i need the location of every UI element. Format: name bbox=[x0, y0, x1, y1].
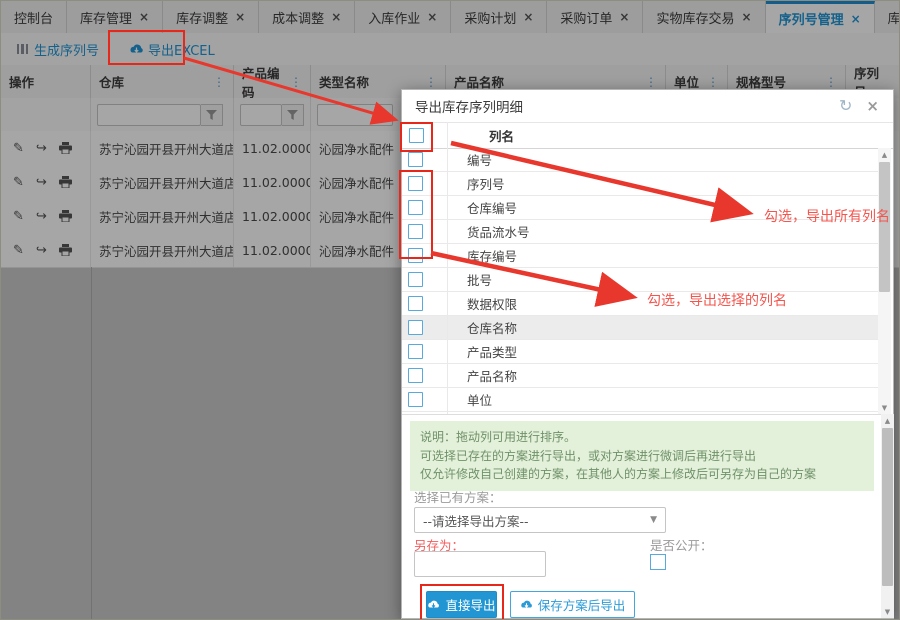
app-window: 控制台 库存管理 × 库存调整 × 成本调整 × 入库作业 × 采购计划 × 采… bbox=[0, 0, 900, 620]
column-checkbox[interactable] bbox=[408, 176, 423, 191]
selected-scheme: --请选择导出方案-- bbox=[423, 513, 529, 529]
divider bbox=[447, 122, 448, 148]
list-item[interactable]: 仓库编号 bbox=[402, 148, 878, 414]
column-checkbox[interactable] bbox=[408, 392, 423, 407]
scheme-select-label: 选择已有方案： bbox=[414, 490, 502, 505]
column-name: 库存编号 bbox=[467, 249, 518, 264]
scroll-up-icon[interactable]: ▲ bbox=[881, 414, 894, 427]
note-box: 说明：拖动列可用进行排序。 可选择已存在的方案进行导出，或对方案进行微调后再进行… bbox=[410, 421, 874, 491]
direct-export-label: 直接导出 bbox=[445, 598, 496, 613]
list-item[interactable]: 产品名称 bbox=[402, 148, 878, 414]
close-icon[interactable]: × bbox=[866, 98, 879, 114]
column-list-header: 列名 bbox=[402, 122, 893, 149]
scroll-down-icon[interactable]: ▼ bbox=[881, 605, 894, 618]
cloud-download-icon bbox=[428, 600, 440, 608]
list-scrollbar[interactable]: ▲ ▼ bbox=[878, 148, 891, 414]
list-item[interactable]: 库存编号 bbox=[402, 148, 878, 414]
list-item[interactable]: 货品流水号 bbox=[402, 148, 878, 414]
list-item[interactable]: 仓库名称 bbox=[402, 148, 878, 414]
list-item[interactable]: 批号 bbox=[402, 148, 878, 414]
direct-export-button[interactable]: 直接导出 bbox=[426, 591, 497, 618]
column-checkbox[interactable] bbox=[408, 248, 423, 263]
column-checkbox[interactable] bbox=[408, 320, 423, 335]
column-name: 序列号 bbox=[467, 177, 505, 192]
list-item[interactable]: 序列号 bbox=[402, 148, 878, 414]
select-all-checkbox[interactable] bbox=[409, 127, 424, 143]
column-name: 编号 bbox=[467, 153, 493, 168]
column-name: 单位 bbox=[467, 393, 493, 408]
column-checkbox[interactable] bbox=[408, 200, 423, 215]
scrollbar-thumb[interactable] bbox=[882, 428, 893, 586]
cloud-download-icon bbox=[521, 600, 532, 608]
column-checkbox[interactable] bbox=[408, 368, 423, 383]
list-item[interactable]: 单位 bbox=[402, 148, 878, 414]
scrollbar-thumb[interactable] bbox=[879, 162, 890, 292]
save-scheme-export-button[interactable]: 保存方案后导出 bbox=[510, 591, 635, 618]
column-checkbox[interactable] bbox=[408, 152, 423, 167]
panel-scrollbar[interactable]: ▲ ▼ bbox=[881, 414, 894, 618]
public-checkbox[interactable] bbox=[650, 554, 666, 570]
scroll-up-icon[interactable]: ▲ bbox=[878, 148, 891, 161]
save-scheme-export-label: 保存方案后导出 bbox=[537, 598, 626, 613]
note-line: 说明：拖动列可用进行排序。 bbox=[420, 430, 577, 444]
column-name: 批号 bbox=[467, 273, 493, 288]
refresh-icon[interactable]: ↻ bbox=[839, 98, 852, 114]
list-item[interactable]: 数据权限 bbox=[402, 148, 878, 414]
column-name: 仓库名称 bbox=[467, 321, 518, 336]
save-as-input[interactable] bbox=[414, 551, 546, 577]
note-line: 可选择已存在的方案进行导出，或对方案进行微调后再进行导出 bbox=[420, 448, 757, 463]
dialog-title: 导出库存序列明细 bbox=[415, 100, 523, 116]
column-name: 数据权限 bbox=[467, 297, 518, 312]
list-item[interactable]: 产品类型 bbox=[402, 148, 878, 414]
column-checkbox[interactable] bbox=[408, 224, 423, 239]
scroll-down-icon[interactable]: ▼ bbox=[878, 401, 891, 414]
column-name: 产品名称 bbox=[467, 369, 518, 384]
chevron-down-icon: ▼ bbox=[650, 515, 657, 525]
column-checkbox[interactable] bbox=[408, 296, 423, 311]
column-list-header-label: 列名 bbox=[489, 128, 515, 144]
export-options-panel: 说明：拖动列可用进行排序。 可选择已存在的方案进行导出，或对方案进行微调后再进行… bbox=[402, 414, 893, 618]
column-name: 货品流水号 bbox=[467, 225, 530, 240]
column-name: 仓库编号 bbox=[467, 201, 518, 216]
list-item[interactable]: 编号 bbox=[402, 148, 878, 414]
column-list: 编号 序列号 仓库编号 货品流水号 库存编号 批号 数据权限 仓库名称 产品类型… bbox=[402, 148, 878, 414]
export-serial-detail-dialog: 导出库存序列明细 ↻ × 列名 编号 序列号 仓库编号 货品流水号 库存编号 批… bbox=[401, 89, 894, 619]
public-label: 是否公开： bbox=[650, 538, 713, 553]
column-name: 产品类型 bbox=[467, 345, 518, 360]
note-line: 仅允许修改自己创建的方案，在其他人的方案上修改后可另存为自己的方案 bbox=[420, 467, 817, 482]
export-scheme-select[interactable]: --请选择导出方案-- ▼ bbox=[414, 507, 666, 533]
column-checkbox[interactable] bbox=[408, 344, 423, 359]
column-checkbox[interactable] bbox=[408, 272, 423, 287]
dialog-titlebar: 导出库存序列明细 ↻ × bbox=[402, 90, 893, 123]
